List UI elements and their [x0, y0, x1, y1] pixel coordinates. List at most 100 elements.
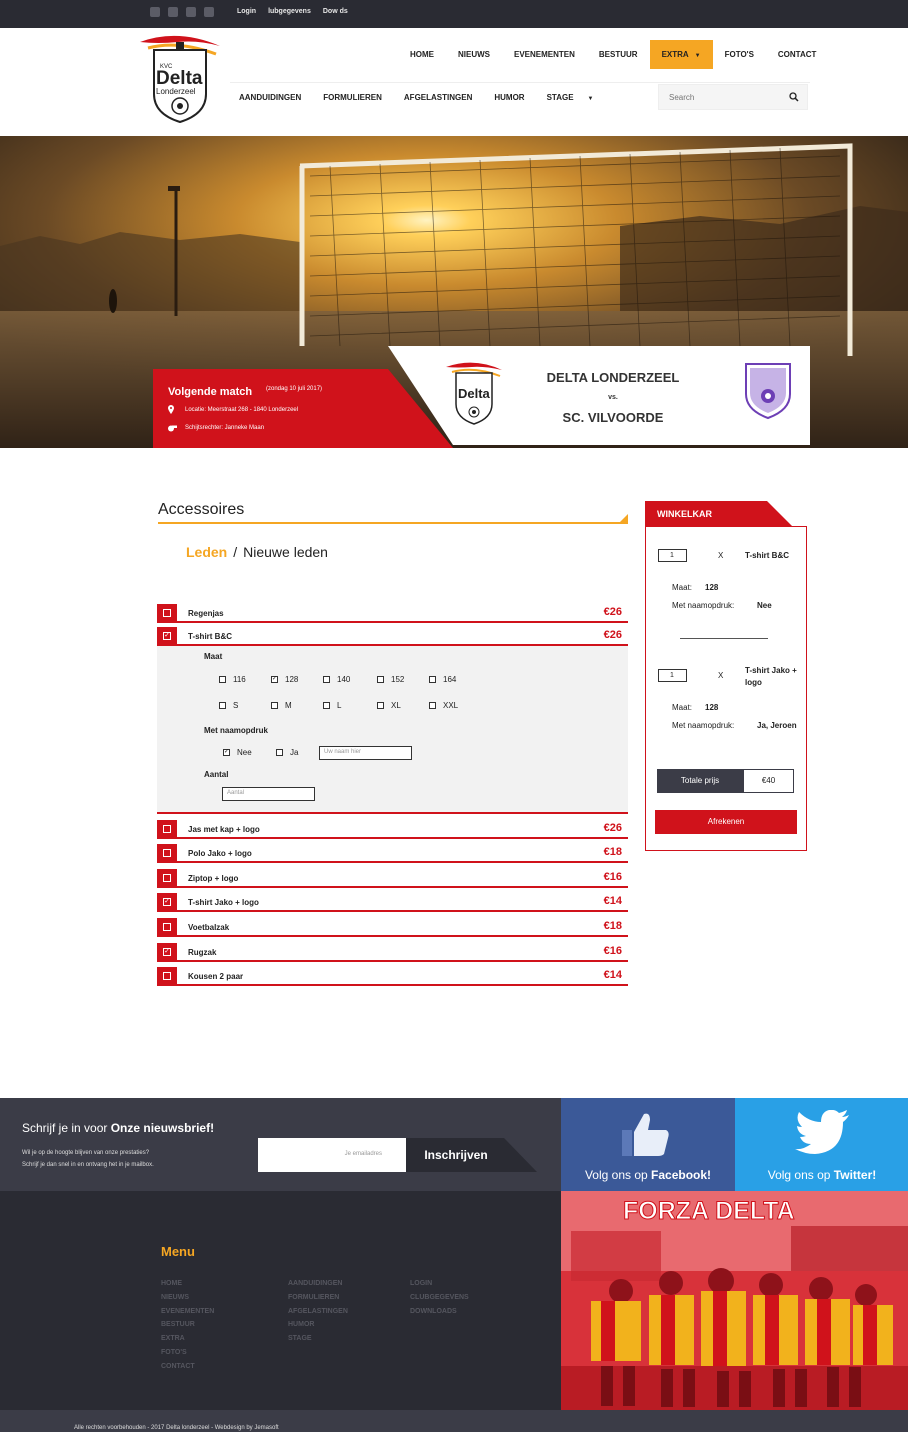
nav-fotos[interactable]: FOTO'S: [713, 40, 766, 69]
checkbox-icon: [429, 676, 436, 683]
footer-link[interactable]: CLUBGEGEVENS: [410, 1291, 469, 1305]
clubgegevens-link[interactable]: lubgegevens: [268, 8, 311, 15]
header-divider: [230, 82, 810, 83]
footer-link[interactable]: HUMOR: [288, 1318, 348, 1332]
size-option[interactable]: 140: [323, 675, 350, 684]
breadcrumb-leden[interactable]: Leden: [186, 544, 227, 560]
logo-name: Delta: [156, 68, 203, 89]
nav-bestuur[interactable]: BESTUUR: [587, 40, 650, 69]
size-label: M: [285, 701, 292, 710]
nav-extra[interactable]: EXTRA ▼: [649, 40, 713, 69]
product-row[interactable]: ✓ T-shirt Jako + logo €14: [157, 890, 628, 912]
product-row[interactable]: ✓ T-shirt B&C €26: [157, 624, 628, 646]
product-checkbox[interactable]: [157, 869, 177, 888]
subnav-formulieren[interactable]: FORMULIEREN: [312, 93, 393, 102]
product-name: Ziptop + logo: [188, 874, 239, 883]
subnav-humor[interactable]: HUMOR: [483, 93, 535, 102]
youtube-icon[interactable]: [204, 7, 214, 17]
product-checkbox[interactable]: ✓: [157, 893, 177, 912]
downloads-link[interactable]: Dow ds: [323, 8, 348, 15]
size-option[interactable]: M: [271, 701, 292, 710]
email-input[interactable]: Je emailadres: [258, 1138, 406, 1172]
checkout-button[interactable]: Afrekenen: [655, 810, 797, 834]
size-label: 116: [233, 675, 246, 684]
size-option[interactable]: ✓ 128: [271, 675, 298, 684]
size-option[interactable]: L: [323, 701, 341, 710]
nav-contact[interactable]: CONTACT: [766, 40, 829, 69]
facebook-label[interactable]: Volg ons op Facebook!: [561, 1168, 735, 1182]
title-underline: [158, 522, 628, 524]
size-option[interactable]: 152: [377, 675, 404, 684]
footer-column-2: AANDUIDINGEN FORMULIEREN AFGELASTINGEN H…: [288, 1277, 348, 1346]
nav-nieuws[interactable]: NIEUWS: [446, 40, 502, 69]
footer-link[interactable]: DOWNLOADS: [410, 1305, 469, 1319]
search-input[interactable]: [659, 85, 779, 109]
next-match-date: (zondag 10 juli 2017): [266, 386, 323, 392]
product-row[interactable]: Regenjas €26: [157, 601, 628, 623]
footer-link[interactable]: LOGIN: [410, 1277, 469, 1291]
cart-naam-value: Ja, Jeroen: [757, 721, 797, 730]
footer-link[interactable]: BESTUUR: [161, 1318, 214, 1332]
checkbox-icon: [276, 749, 283, 756]
size-option[interactable]: S: [219, 701, 238, 710]
footer-link[interactable]: AANDUIDINGEN: [288, 1277, 348, 1291]
aantal-input[interactable]: Aantal: [222, 787, 315, 801]
home-team-logo: Delta: [446, 362, 502, 425]
footer-link[interactable]: AFGELASTINGEN: [288, 1305, 348, 1319]
footer-link[interactable]: STAGE: [288, 1332, 348, 1346]
product-row[interactable]: Voetbalzak €18: [157, 915, 628, 937]
footer-link[interactable]: NIEUWS: [161, 1291, 214, 1305]
subnav-aanduidingen[interactable]: AANDUIDINGEN: [228, 93, 312, 102]
product-row[interactable]: Jas met kap + logo €26: [157, 817, 628, 839]
footer-column-1: HOME NIEUWS EVENEMENTEN BESTUUR EXTRA FO…: [161, 1277, 214, 1374]
checkbox-icon: [219, 702, 226, 709]
newsletter-title-bold: Onze nieuwsbrief!: [110, 1121, 215, 1135]
product-checkbox[interactable]: [157, 918, 177, 937]
size-option[interactable]: 116: [219, 675, 246, 684]
naam-option-nee[interactable]: ✓ Nee: [223, 748, 252, 757]
cart-qty[interactable]: 1: [658, 549, 687, 562]
product-row[interactable]: Ziptop + logo €16: [157, 866, 628, 888]
subscribe-button[interactable]: Inschrijven: [406, 1138, 506, 1172]
size-option[interactable]: 164: [429, 675, 456, 684]
cart-qty[interactable]: 1: [658, 669, 687, 682]
search-icon[interactable]: [789, 92, 799, 102]
cart-divider: [680, 638, 768, 639]
product-checkbox[interactable]: [157, 820, 177, 839]
footer-link[interactable]: FOTO'S: [161, 1346, 214, 1360]
footer-link[interactable]: EXTRA: [161, 1332, 214, 1346]
subnav-stage[interactable]: STAGE ▼: [536, 93, 605, 102]
product-price: €26: [603, 822, 622, 834]
footer-link[interactable]: FORMULIEREN: [288, 1291, 348, 1305]
checkbox-empty-icon: [163, 923, 171, 931]
club-logo[interactable]: KVC Delta Londerzeel: [138, 32, 222, 124]
search-box: [658, 84, 808, 110]
instagram-icon[interactable]: [186, 7, 196, 17]
breadcrumb-separator: /: [233, 544, 238, 560]
footer-link[interactable]: CONTACT: [161, 1360, 214, 1374]
product-checkbox[interactable]: [157, 844, 177, 863]
twitter-label[interactable]: Volg ons op Twitter!: [735, 1168, 908, 1182]
footer-link[interactable]: EVENEMENTEN: [161, 1305, 214, 1319]
name-input[interactable]: Uw naam hier: [319, 746, 412, 760]
product-name: Polo Jako + logo: [188, 849, 252, 858]
size-label: XXL: [443, 701, 459, 710]
product-row[interactable]: Kousen 2 paar €14: [157, 964, 628, 986]
naam-option-ja[interactable]: Ja: [276, 748, 298, 757]
nav-evenementen[interactable]: EVENEMENTEN: [502, 40, 587, 69]
product-checkbox[interactable]: ✓: [157, 627, 177, 646]
size-option[interactable]: XL: [377, 701, 401, 710]
nav-home[interactable]: HOME: [398, 40, 446, 69]
product-row[interactable]: Polo Jako + logo €18: [157, 841, 628, 863]
twitter-icon[interactable]: [168, 7, 178, 17]
subnav-stage-label: STAGE: [546, 92, 574, 102]
size-option[interactable]: XXL: [429, 701, 458, 710]
subnav-afgelastingen[interactable]: AFGELASTINGEN: [393, 93, 483, 102]
product-checkbox[interactable]: [157, 604, 177, 623]
footer-link[interactable]: HOME: [161, 1277, 214, 1291]
product-checkbox[interactable]: [157, 967, 177, 986]
product-checkbox[interactable]: ✓: [157, 943, 177, 962]
login-link[interactable]: Login: [237, 8, 256, 15]
facebook-icon[interactable]: [150, 7, 160, 17]
product-row[interactable]: ✓ Rugzak €16: [157, 940, 628, 962]
